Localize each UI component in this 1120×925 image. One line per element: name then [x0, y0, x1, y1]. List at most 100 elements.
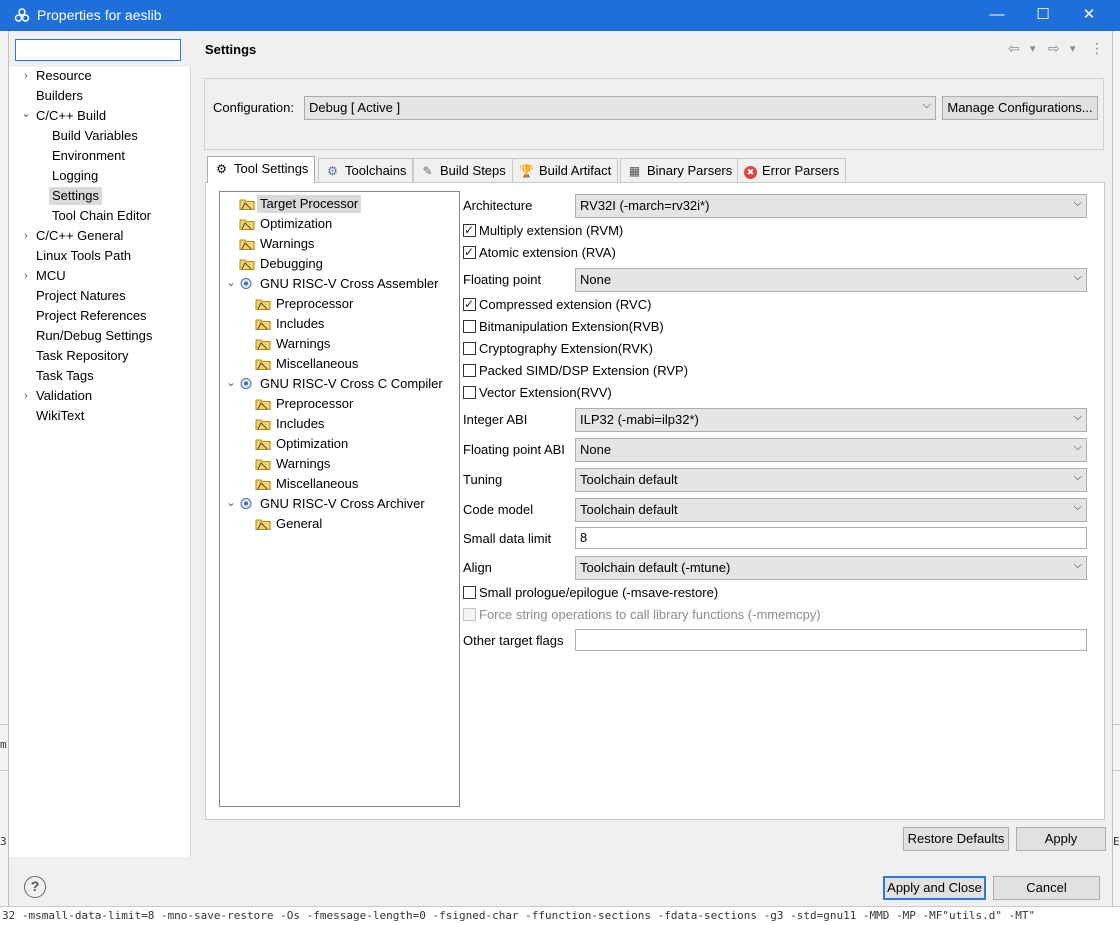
option-item-miscellaneous[interactable]: Miscellaneous — [255, 475, 358, 493]
tree-item-builders[interactable]: Builders — [36, 87, 83, 105]
restore-defaults-button[interactable]: Restore Defaults — [903, 827, 1009, 851]
architecture-select[interactable]: RV32I (-march=rv32i*) ⌵ — [575, 194, 1087, 218]
tree-item-settings[interactable]: Settings — [49, 187, 102, 205]
cancel-button[interactable]: Cancel — [993, 876, 1100, 900]
option-label: Optimization — [260, 216, 333, 231]
crypto-extension-checkbox[interactable]: Cryptography Extension(RVK) — [463, 340, 653, 358]
tree-item-cpp-general[interactable]: C/C++ General — [36, 227, 123, 245]
checkbox-box — [463, 608, 476, 621]
integer-abi-select[interactable]: ILP32 (-mabi=ilp32*) ⌵ — [575, 408, 1087, 432]
other-target-flags-input[interactable] — [575, 629, 1087, 651]
option-item-optimization[interactable]: Optimization — [239, 215, 332, 233]
tab-toolchains[interactable]: ⚙ Toolchains — [318, 158, 414, 182]
maximize-button[interactable]: ☐ — [1020, 0, 1066, 31]
option-item-includes[interactable]: Includes — [255, 315, 324, 333]
tree-item-run-debug-settings[interactable]: Run/Debug Settings — [36, 327, 152, 345]
option-item-preprocessor[interactable]: Preprocessor — [255, 395, 353, 413]
checkbox-label: Force string operations to call library … — [479, 607, 821, 622]
option-folder-icon — [239, 197, 255, 210]
tree-item-wikitext[interactable]: WikiText — [36, 407, 84, 425]
chevron-down-icon[interactable]: ⌄ — [225, 374, 237, 392]
minimize-button[interactable]: — — [974, 0, 1020, 31]
filter-input[interactable] — [15, 39, 181, 61]
option-label: Optimization — [276, 436, 349, 451]
chevron-right-icon[interactable]: › — [20, 267, 32, 285]
checkbox-box — [463, 320, 476, 333]
checkbox-label: Cryptography Extension(RVK) — [479, 341, 653, 356]
tree-item-task-tags[interactable]: Task Tags — [36, 367, 94, 385]
error-icon: ✖ — [744, 166, 757, 179]
help-icon[interactable]: ? — [24, 876, 46, 898]
option-folder-icon — [239, 257, 255, 270]
option-item-target-processor[interactable]: Target Processor — [239, 195, 362, 213]
multiply-extension-checkbox[interactable]: Multiply extension (RVM) — [463, 222, 623, 240]
small-prologue-checkbox[interactable]: Small prologue/epilogue (-msave-restore) — [463, 584, 718, 602]
view-menu-icon[interactable]: ⋮ — [1090, 40, 1104, 57]
small-data-limit-input[interactable]: 8 — [575, 527, 1087, 549]
tab-binary-parsers[interactable]: ▦ Binary Parsers — [620, 158, 740, 182]
small-data-limit-label: Small data limit — [463, 531, 552, 546]
back-arrow-icon[interactable]: ⇦ — [1008, 40, 1020, 57]
simd-extension-checkbox[interactable]: Packed SIMD/DSP Extension (RVP) — [463, 362, 688, 380]
chevron-down-icon[interactable]: ⌄ — [20, 105, 32, 123]
close-button[interactable]: ✕ — [1066, 0, 1112, 31]
tab-tool-settings[interactable]: ⚙ Tool Settings — [207, 156, 316, 183]
tab-error-parsers[interactable]: ✖ Error Parsers — [737, 158, 847, 182]
tree-item-project-references[interactable]: Project References — [36, 307, 147, 325]
option-item-gnu-riscv-cross-assembler[interactable]: GNU RISC-V Cross Assembler — [239, 275, 438, 293]
chevron-right-icon[interactable]: › — [20, 67, 32, 85]
tab-build-artifact[interactable]: 🏆 Build Artifact — [512, 158, 619, 182]
tree-item-mcu[interactable]: MCU — [36, 267, 66, 285]
align-label: Align — [463, 560, 492, 575]
tree-item-logging[interactable]: Logging — [52, 167, 98, 185]
tree-item-build-variables[interactable]: Build Variables — [52, 127, 138, 145]
chevron-right-icon[interactable]: › — [20, 227, 32, 245]
option-item-includes[interactable]: Includes — [255, 415, 324, 433]
code-model-select[interactable]: Toolchain default ⌵ — [575, 498, 1087, 522]
option-item-preprocessor[interactable]: Preprocessor — [255, 295, 353, 313]
back-dropdown-icon[interactable]: ▾ — [1030, 42, 1036, 55]
bitmanip-extension-checkbox[interactable]: Bitmanipulation Extension(RVB) — [463, 318, 664, 336]
option-item-miscellaneous[interactable]: Miscellaneous — [255, 355, 358, 373]
atomic-extension-checkbox[interactable]: Atomic extension (RVA) — [463, 244, 616, 262]
title-bar[interactable]: Properties for aeslib — ☐ ✕ — [0, 0, 1120, 31]
tree-item-project-natures[interactable]: Project Natures — [36, 287, 126, 305]
apply-and-close-button[interactable]: Apply and Close — [883, 876, 986, 900]
chevron-down-icon[interactable]: ⌄ — [225, 494, 237, 512]
configuration-select[interactable]: Debug [ Active ] ⌵ — [304, 96, 936, 120]
tree-item-linux-tools-path[interactable]: Linux Tools Path — [36, 247, 131, 265]
align-value: Toolchain default (-mtune) — [580, 560, 731, 575]
option-item-gnu-riscv-cross-archiver[interactable]: GNU RISC-V Cross Archiver — [239, 495, 425, 513]
fp-abi-select[interactable]: None ⌵ — [575, 438, 1087, 462]
option-item-warnings[interactable]: Warnings — [255, 335, 330, 353]
tree-item-tool-chain-editor[interactable]: Tool Chain Editor — [52, 207, 151, 225]
background-window-left — [0, 30, 9, 925]
vector-extension-checkbox[interactable]: Vector Extension(RVV) — [463, 384, 612, 402]
tab-build-steps[interactable]: ✎ Build Steps — [413, 158, 513, 182]
align-select[interactable]: Toolchain default (-mtune) ⌵ — [575, 556, 1087, 580]
chevron-right-icon[interactable]: › — [20, 387, 32, 405]
option-item-warnings[interactable]: Warnings — [255, 455, 330, 473]
chevron-down-icon: ⌵ — [922, 99, 931, 111]
tree-item-cpp-build[interactable]: C/C++ Build — [36, 107, 106, 125]
manage-configurations-button[interactable]: Manage Configurations... — [942, 96, 1098, 120]
chevron-down-icon[interactable]: ⌄ — [225, 274, 237, 292]
tree-item-environment[interactable]: Environment — [52, 147, 125, 165]
compressed-extension-checkbox[interactable]: Compressed extension (RVC) — [463, 296, 651, 314]
apply-button[interactable]: Apply — [1016, 827, 1106, 851]
page-title: Settings — [205, 42, 257, 57]
floating-point-select[interactable]: None ⌵ — [575, 268, 1087, 292]
tree-item-task-repository[interactable]: Task Repository — [36, 347, 128, 365]
option-item-debugging[interactable]: Debugging — [239, 255, 323, 273]
tuning-select[interactable]: Toolchain default ⌵ — [575, 468, 1087, 492]
option-item-warnings[interactable]: Warnings — [239, 235, 314, 253]
forward-arrow-icon[interactable]: ⇨ — [1048, 40, 1060, 57]
option-folder-icon — [255, 517, 271, 530]
option-item-general[interactable]: General — [255, 515, 322, 533]
tab-label: Toolchains — [345, 163, 407, 178]
option-item-optimization[interactable]: Optimization — [255, 435, 348, 453]
forward-dropdown-icon[interactable]: ▾ — [1070, 42, 1076, 55]
tree-item-validation[interactable]: Validation — [36, 387, 92, 405]
option-item-gnu-riscv-cross-c-compiler[interactable]: GNU RISC-V Cross C Compiler — [239, 375, 443, 393]
tree-item-resource[interactable]: Resource — [36, 67, 92, 85]
